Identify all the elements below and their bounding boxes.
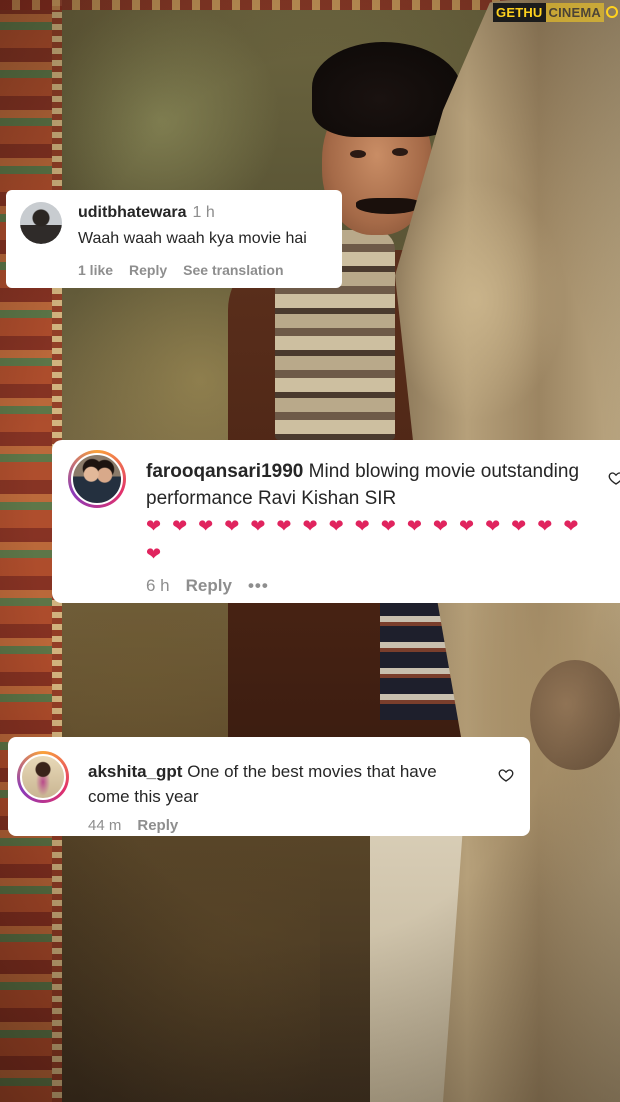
comment-text: Waah waah waah kya movie hai	[78, 230, 307, 247]
reply-button[interactable]: Reply	[186, 576, 232, 596]
comment-time: 6 h	[146, 576, 170, 595]
heart-outline-icon[interactable]	[498, 767, 514, 783]
watermark-part1: GETHU	[493, 2, 546, 22]
comment-username[interactable]: uditbhatewara	[78, 204, 186, 221]
comment-body: farooqansari1990 Mind blowing movie outs…	[146, 458, 586, 568]
avatar-image	[20, 202, 62, 244]
comment-actions: 44 m Reply	[88, 817, 194, 834]
likes-count[interactable]: 1 like	[78, 262, 113, 278]
reply-button[interactable]: Reply	[129, 262, 167, 278]
avatar[interactable]	[68, 450, 126, 508]
more-options-icon[interactable]: •••	[248, 576, 269, 596]
film-reel-icon	[606, 6, 618, 18]
watermark-logo: GETHU CINEMA	[493, 2, 618, 22]
reply-button[interactable]: Reply	[137, 817, 178, 834]
avatar-image	[20, 754, 66, 800]
avatar[interactable]	[17, 751, 69, 803]
comment-username[interactable]: akshita_gpt	[88, 762, 182, 781]
comment-card: uditbhatewara 1 h Waah waah waah kya movi…	[6, 190, 342, 288]
comment-header: uditbhatewara 1 h	[78, 204, 215, 222]
comment-actions: 6 h Reply •••	[146, 576, 285, 596]
avatar[interactable]	[20, 202, 62, 244]
comment-actions: 1 like Reply See translation	[78, 262, 300, 278]
comment-card: farooqansari1990 Mind blowing movie outs…	[52, 440, 620, 603]
watermark-part2: CINEMA	[545, 2, 604, 22]
see-translation-button[interactable]: See translation	[183, 262, 283, 278]
heart-outline-icon[interactable]	[608, 470, 620, 486]
comment-username[interactable]: farooqansari1990	[146, 461, 303, 482]
comment-body: akshita_gpt One of the best movies that …	[88, 759, 478, 809]
comment-time: 1 h	[192, 204, 215, 221]
avatar-image	[71, 453, 123, 505]
comment-card: akshita_gpt One of the best movies that …	[8, 737, 530, 836]
comment-time: 44 m	[88, 817, 122, 834]
heart-emojis: ❤ ❤ ❤ ❤ ❤ ❤ ❤ ❤ ❤ ❤ ❤ ❤ ❤ ❤ ❤ ❤ ❤ ❤	[146, 516, 582, 564]
